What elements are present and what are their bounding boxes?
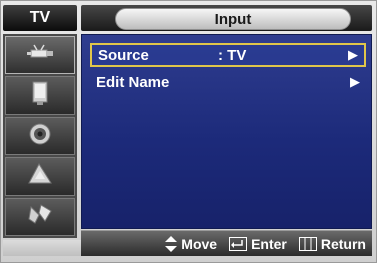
speaker-icon (25, 121, 55, 152)
sidebar-item-input[interactable] (5, 36, 75, 75)
move-label: Move (181, 235, 218, 252)
chevron-right-icon: ▶ (348, 47, 358, 62)
help-bar: Move Enter Return (81, 230, 372, 256)
chevron-right-icon: ▶ (350, 74, 360, 89)
source-label: Source (98, 46, 149, 64)
return-icon (298, 236, 317, 251)
help-enter: Enter (229, 236, 287, 252)
clock-icon (25, 161, 55, 192)
footer-strip (3, 240, 81, 256)
antenna-icon (25, 42, 55, 69)
menu-item-edit-name[interactable]: Edit Name ▶ (90, 70, 366, 94)
sidebar-item-sound[interactable] (5, 116, 75, 156)
return-label: Return (320, 235, 366, 252)
help-move: Move (165, 235, 218, 252)
picture-icon (25, 80, 55, 111)
help-return: Return (298, 235, 366, 252)
menu-item-source[interactable]: Source : TV ▶ (90, 43, 366, 67)
enter-icon (229, 236, 248, 251)
sidebar-item-setup[interactable] (5, 197, 75, 237)
enter-label: Enter (251, 235, 287, 252)
setup-icon (25, 201, 55, 232)
sidebar-item-channel[interactable] (5, 157, 75, 196)
tv-mode-label: TV (3, 5, 77, 31)
menu-title: Input (115, 8, 351, 30)
sidebar (3, 34, 77, 238)
up-down-arrow-icon (165, 235, 178, 252)
source-value: : TV (218, 46, 247, 64)
edit-name-label: Edit Name (96, 73, 170, 91)
menu-panel: Source : TV ▶ Edit Name ▶ (81, 34, 372, 229)
sidebar-item-picture[interactable] (5, 76, 75, 115)
